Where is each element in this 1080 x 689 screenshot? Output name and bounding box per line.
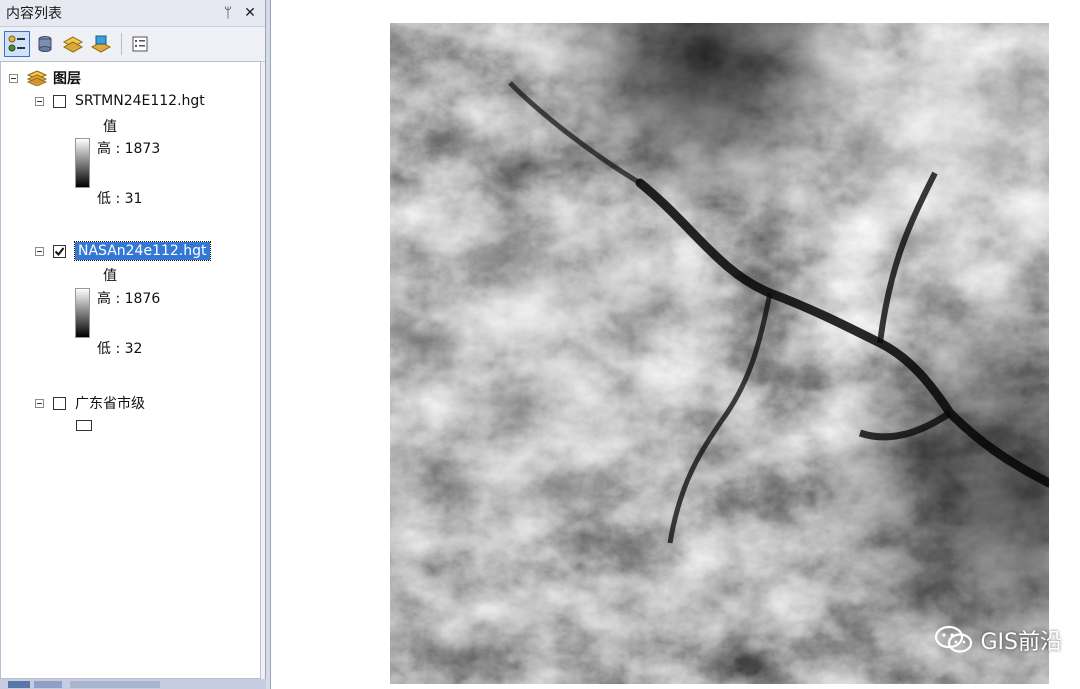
dem-terrain-rendering	[390, 23, 1049, 684]
collapse-layer-guangdong-toggle[interactable]	[35, 398, 44, 408]
layers-icon	[27, 70, 47, 86]
layer-srtm-low-label: 低 : 31	[97, 191, 143, 207]
layer-row-guangdong[interactable]: 广东省市级	[35, 393, 145, 413]
arcmap-window: 内容列表 ᛘ ✕ 图层 SRTMN24E112.hgt 值 高: 1873 低…	[0, 0, 1080, 689]
close-icon[interactable]: ✕	[241, 4, 259, 22]
options-icon	[132, 36, 148, 52]
toc-toolbar	[0, 27, 265, 62]
collapse-root-toggle[interactable]	[9, 73, 18, 83]
toolbar-separator	[121, 33, 122, 55]
layer-srtm-high-label: 高 : 1873	[97, 141, 161, 157]
list-by-selection-button[interactable]	[88, 31, 114, 57]
pin-icon[interactable]: ᛘ	[219, 4, 237, 22]
layer-row-srtm[interactable]: SRTMN24E112.hgt	[35, 93, 205, 109]
layer-nasa-legend-title: 值	[103, 268, 117, 284]
wechat-logo-icon	[935, 625, 973, 653]
bottom-tab-drawing-order[interactable]	[8, 681, 30, 688]
watermark-text: GIS前沿	[980, 630, 1062, 655]
options-button[interactable]	[127, 31, 153, 57]
toc-title: 内容列表	[6, 6, 62, 22]
list-by-source-button[interactable]	[32, 31, 58, 57]
layer-nasa-name[interactable]: NASAn24e112.hgt	[74, 241, 211, 261]
list-by-drawing-order-icon	[8, 35, 25, 52]
list-by-selection-icon	[90, 35, 112, 53]
list-by-visibility-button[interactable]	[60, 31, 86, 57]
checkmark-icon	[54, 246, 65, 256]
layer-nasa-color-ramp	[75, 288, 90, 338]
layer-nasa-visibility-checkbox[interactable]	[53, 244, 66, 258]
layer-tree: 图层 SRTMN24E112.hgt 值 高 : 1873 低 : 31 NAS…	[0, 61, 261, 679]
layer-srtm-color-ramp	[75, 138, 90, 188]
list-by-visibility-icon	[62, 36, 84, 53]
toc-titlebar: 内容列表 ᛘ ✕	[0, 0, 265, 27]
collapse-layer-srtm-toggle[interactable]	[35, 96, 44, 106]
layer-srtm-legend-title: 值	[103, 119, 117, 135]
watermark: GIS前沿	[934, 624, 1062, 656]
layer-row-nasa[interactable]: NASAn24e112.hgt	[35, 241, 211, 261]
root-layer-label: 图层	[53, 71, 81, 87]
dem-raster-image	[390, 23, 1049, 684]
layer-nasa-high-label: 高 : 1876	[97, 291, 161, 307]
tree-root-row: 图层	[9, 68, 81, 88]
list-by-drawing-order-button[interactable]	[4, 31, 30, 57]
toc-bottom-tabs	[0, 679, 266, 689]
table-of-contents-panel: 内容列表 ᛘ ✕ 图层 SRTMN24E112.hgt 值 高: 1873 低…	[0, 0, 266, 689]
bottom-tab-scroll[interactable]	[70, 681, 160, 688]
list-by-source-icon	[38, 36, 52, 52]
layer-srtm-visibility-checkbox[interactable]	[53, 94, 66, 108]
layer-nasa-low-label: 低 : 32	[97, 341, 143, 357]
layer-srtm-name[interactable]: SRTMN24E112.hgt	[75, 93, 205, 109]
layer-guangdong-name[interactable]: 广东省市级	[75, 393, 145, 413]
layer-guangdong-visibility-checkbox[interactable]	[53, 396, 66, 410]
map-display[interactable]: GIS前沿	[270, 0, 1080, 689]
layer-guangdong-polygon-symbol	[76, 420, 92, 431]
collapse-layer-nasa-toggle[interactable]	[35, 246, 44, 256]
bottom-tab-source[interactable]	[34, 681, 62, 688]
